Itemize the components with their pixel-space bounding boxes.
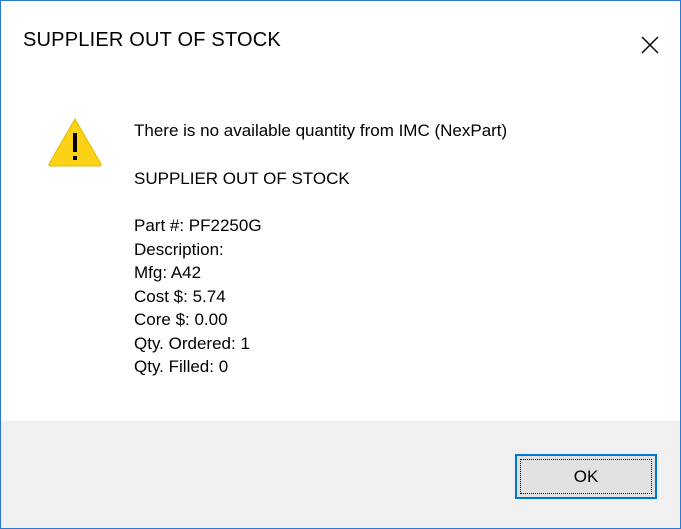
warning-icon (47, 117, 103, 167)
description: Description: (134, 239, 224, 259)
button-bar: OK (1, 421, 680, 528)
part-number: Part #: PF2250G (134, 216, 262, 235)
qty-filled: Qty. Filled: 0 (134, 357, 229, 376)
manufacturer: Mfg: A42 (134, 263, 202, 282)
message-line: SUPPLIER OUT OF STOCK (134, 168, 350, 188)
close-icon (641, 36, 659, 54)
ok-button-label: OK (573, 466, 599, 486)
dialog-content: There is no available quantity from IMC … (1, 89, 680, 421)
qty-ordered: Qty. Ordered: 1 (134, 333, 250, 353)
message-text: There is no available quantity from IMC … (134, 119, 507, 379)
ok-button[interactable]: OK (515, 454, 657, 499)
dialog-window: SUPPLIER OUT OF STOCK There is no availa… (0, 0, 681, 529)
title-bar: SUPPLIER OUT OF STOCK (1, 1, 680, 89)
core-cost: Core $: 0.00 (134, 310, 228, 329)
close-button[interactable] (620, 1, 680, 89)
message-line: There is no available quantity from IMC … (134, 121, 508, 140)
cost: Cost $: 5.74 (134, 286, 226, 306)
dialog-title: SUPPLIER OUT OF STOCK (23, 29, 281, 51)
